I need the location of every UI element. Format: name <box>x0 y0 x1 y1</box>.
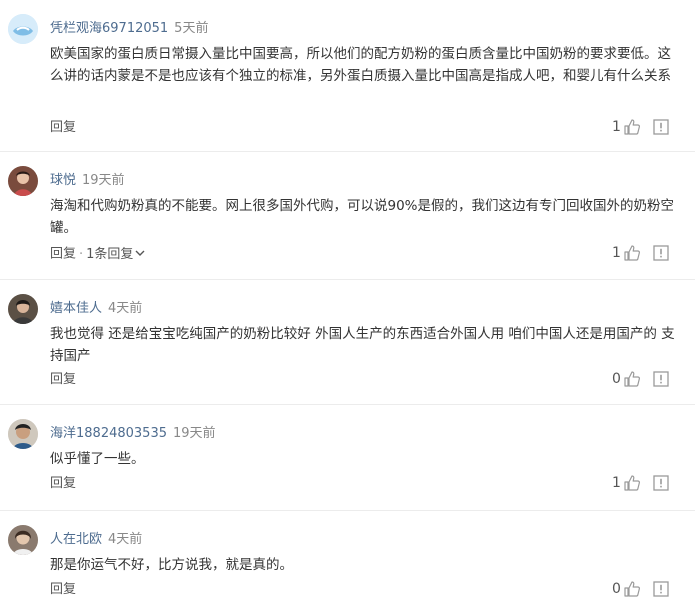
default-avatar-icon[interactable] <box>8 14 38 44</box>
like-count: 1 <box>612 119 621 135</box>
thumbs-up-icon[interactable] <box>623 580 641 598</box>
comment-actions: 回复 <box>50 371 76 389</box>
comment-meta: 海洋18824803535 19天前 <box>50 425 216 443</box>
comment-item: 球悦 19天前 海淘和代购奶粉真的不能要。网上很多国外代购，可以说90%是假的，我… <box>0 152 695 280</box>
like-count: 1 <box>612 245 621 261</box>
comment-actions: 回复 <box>50 475 76 493</box>
report-icon[interactable] <box>653 119 669 135</box>
comment-item: 凭栏观海69712051 5天前 欧美国家的蛋白质日常摄入量比中国要高，所以他们的… <box>0 0 695 152</box>
thumbs-up-icon[interactable] <box>623 118 641 136</box>
username[interactable]: 嬉本佳人 <box>50 301 102 316</box>
comment-meta: 凭栏观海69712051 5天前 <box>50 20 208 38</box>
comment-time: 5天前 <box>174 21 209 36</box>
comment-time: 19天前 <box>82 173 125 188</box>
comment-text: 欧美国家的蛋白质日常摄入量比中国要高，所以他们的配方奶粉的蛋白质含量比中国奶粉的… <box>50 46 671 84</box>
like-count: 0 <box>612 371 621 387</box>
separator-dot: · <box>79 246 84 262</box>
comment-right-actions: 1 <box>612 474 669 492</box>
chevron-down-icon <box>135 245 145 263</box>
reply-button[interactable]: 回复 <box>50 247 76 262</box>
report-icon[interactable] <box>653 475 669 491</box>
report-icon[interactable] <box>653 371 669 387</box>
comment-list: 凭栏观海69712051 5天前 欧美国家的蛋白质日常摄入量比中国要高，所以他们的… <box>0 0 695 612</box>
user-photo-avatar[interactable] <box>8 419 38 449</box>
comment-meta: 人在北欧 4天前 <box>50 531 142 549</box>
comment-text: 我也觉得 还是给宝宝吃纯国产的奶粉比较好 外国人生产的东西适合外国人用 咱们中国… <box>50 326 675 364</box>
thumbs-up-icon[interactable] <box>623 474 641 492</box>
comment-item: 嬉本佳人 4天前 我也觉得 还是给宝宝吃纯国产的奶粉比较好 外国人生产的东西适合外… <box>0 280 695 405</box>
comment-text: 似乎懂了一些。 <box>50 451 145 467</box>
comment-item: 海洋18824803535 19天前 似乎懂了一些。 回复 1 <box>0 405 695 511</box>
like-count: 0 <box>612 581 621 597</box>
comment-text: 海淘和代购奶粉真的不能要。网上很多国外代购，可以说90%是假的，我们这边有专门回… <box>50 198 675 236</box>
reply-button[interactable]: 回复 <box>50 582 76 597</box>
reply-button[interactable]: 回复 <box>50 476 76 491</box>
username[interactable]: 凭栏观海69712051 <box>50 21 168 36</box>
comment-text: 那是你运气不好，比方说我，就是真的。 <box>50 557 293 573</box>
username[interactable]: 海洋18824803535 <box>50 426 167 441</box>
report-icon[interactable] <box>653 581 669 597</box>
comment-right-actions: 1 <box>612 118 669 136</box>
thumbs-up-icon[interactable] <box>623 244 641 262</box>
view-replies-button[interactable]: 1条回复 <box>86 247 145 262</box>
comment-meta: 球悦 19天前 <box>50 172 125 190</box>
comment-meta: 嬉本佳人 4天前 <box>50 300 142 318</box>
comment-time: 4天前 <box>108 301 143 316</box>
username[interactable]: 球悦 <box>50 173 76 188</box>
comment-actions: 回复 · 1条回复 <box>50 245 145 264</box>
reply-button[interactable]: 回复 <box>50 120 76 135</box>
username[interactable]: 人在北欧 <box>50 532 102 547</box>
user-photo-avatar[interactable] <box>8 166 38 196</box>
user-photo-avatar[interactable] <box>8 294 38 324</box>
report-icon[interactable] <box>653 245 669 261</box>
comment-time: 19天前 <box>172 426 216 441</box>
like-count: 1 <box>612 475 621 491</box>
comment-time: 4天前 <box>108 532 143 547</box>
user-photo-avatar[interactable] <box>8 525 38 555</box>
thumbs-up-icon[interactable] <box>623 370 641 388</box>
comment-actions: 回复 <box>50 119 76 137</box>
reply-button[interactable]: 回复 <box>50 372 76 387</box>
replies-count-label: 1条回复 <box>86 246 134 262</box>
comment-actions: 回复 <box>50 581 76 599</box>
comment-item: 人在北欧 4天前 那是你运气不好，比方说我，就是真的。 回复 0 <box>0 511 695 612</box>
comment-right-actions: 0 <box>612 580 669 598</box>
comment-right-actions: 0 <box>612 370 669 388</box>
comment-right-actions: 1 <box>612 244 669 262</box>
